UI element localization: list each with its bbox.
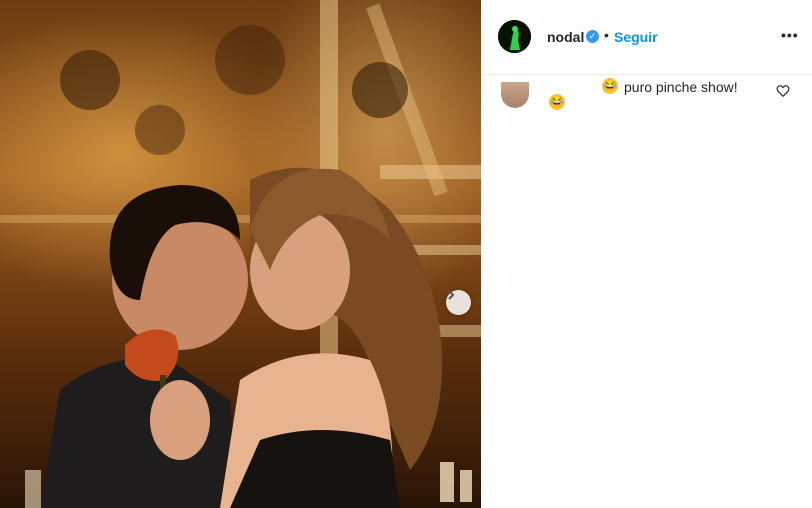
post-photo[interactable] [0,0,481,508]
laughing-emoji: 😂 [549,94,565,110]
profile-picture-icon [498,20,531,53]
chevron-right-icon [448,290,455,300]
photo-illustration [0,0,481,508]
username[interactable]: nodal [547,29,584,45]
post-header: nodal ✓ • Seguir ••• [481,0,812,75]
commenter-avatar[interactable] [501,82,529,108]
post-side-panel: nodal ✓ • Seguir ••• 😂 😂 puro pinche sho… [481,0,812,508]
separator-dot: • [604,27,609,43]
comment-text: puro pinche show! [624,79,738,95]
more-options-icon[interactable]: ••• [781,27,799,43]
follow-button[interactable]: Seguir [614,29,658,45]
laughing-emoji: 😂 [602,78,618,94]
avatar[interactable] [498,20,531,53]
next-photo-button[interactable] [446,290,471,315]
heart-icon[interactable] [776,84,790,98]
verified-badge-icon: ✓ [586,30,599,43]
